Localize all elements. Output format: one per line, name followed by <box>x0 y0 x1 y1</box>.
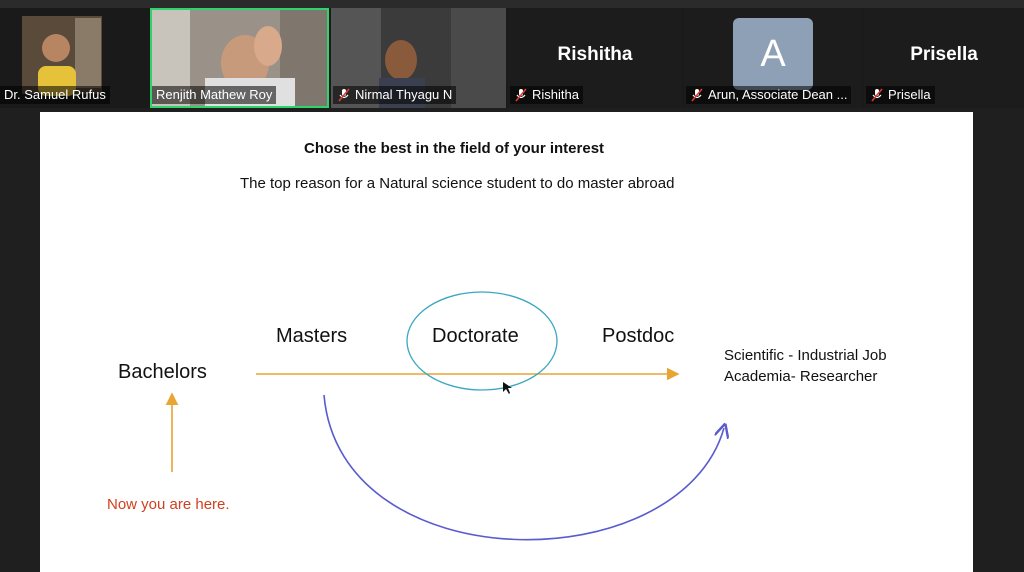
share-gutter-left <box>0 112 40 572</box>
participant-tile[interactable]: Nirmal Thyagu N <box>331 8 506 108</box>
label-doctorate: Doctorate <box>432 325 519 347</box>
participant-tile[interactable]: Dr. Samuel Rufus <box>0 8 148 108</box>
participant-name: Prisella <box>866 86 935 104</box>
skip-arrow <box>323 394 724 541</box>
participant-strip: Dr. Samuel Rufus Renjith Mathew Roy Nirm… <box>0 8 1024 108</box>
label-postdoc: Postdoc <box>602 325 675 347</box>
window-top-bar <box>0 0 1024 8</box>
shared-slide: Chose the best in the field of your inte… <box>40 112 973 572</box>
participant-name: Rishitha <box>510 86 583 104</box>
label-masters: Masters <box>276 325 348 347</box>
slide-title: Chose the best in the field of your inte… <box>304 140 605 157</box>
participant-tile[interactable]: Prisella Prisella <box>864 8 1024 108</box>
participant-name: Nirmal Thyagu N <box>333 86 457 104</box>
mic-muted-icon <box>871 88 883 102</box>
mic-muted-icon <box>338 88 350 102</box>
mic-muted-icon <box>515 88 527 102</box>
participant-tile-active[interactable]: Renjith Mathew Roy <box>150 8 329 108</box>
participant-tile[interactable]: Rishitha Rishitha <box>508 8 682 108</box>
mic-muted-icon <box>691 88 703 102</box>
label-bachelors: Bachelors <box>118 361 207 383</box>
outcome-line-2: Academia- Researcher <box>724 368 878 385</box>
participant-name: Arun, Associate Dean ... <box>686 86 852 104</box>
you-are-here-label: Now you are here. <box>107 496 230 513</box>
outcome-line-1: Scientific - Industrial Job <box>724 347 887 364</box>
participant-tile[interactable]: A Arun, Associate Dean ... <box>684 8 862 108</box>
avatar: A <box>733 18 813 90</box>
participant-display-name: Prisella <box>910 44 978 65</box>
mouse-cursor-icon <box>503 382 512 394</box>
participant-name: Dr. Samuel Rufus <box>0 86 110 104</box>
share-gutter-right <box>973 112 1024 572</box>
participant-display-name: Rishitha <box>557 44 633 65</box>
slide-subtitle: The top reason for a Natural science stu… <box>240 175 675 192</box>
participant-name: Renjith Mathew Roy <box>152 86 277 104</box>
